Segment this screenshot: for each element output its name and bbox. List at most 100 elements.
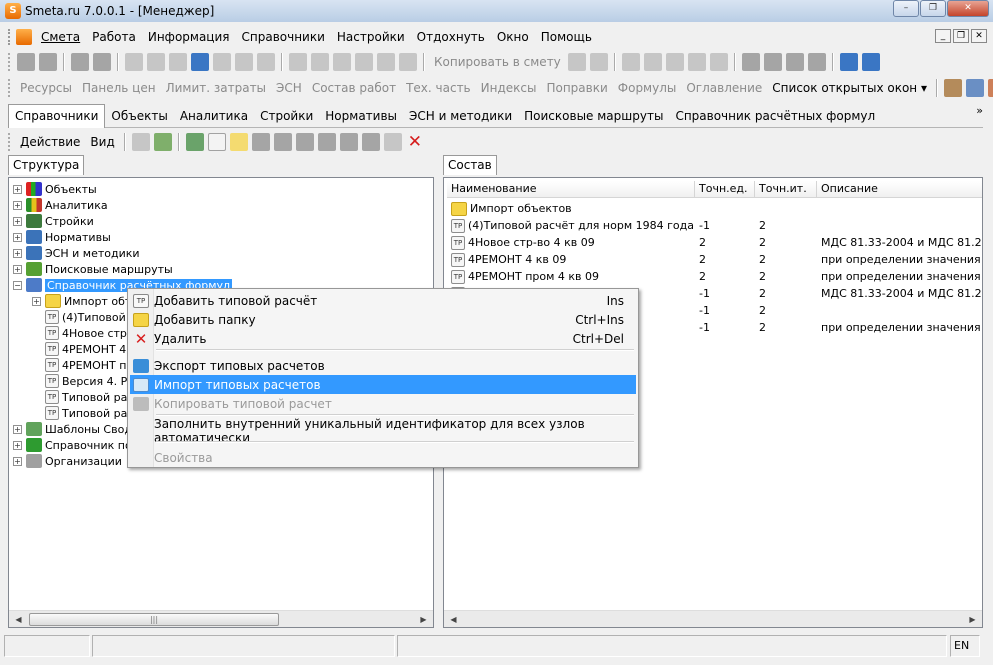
- tb-esn[interactable]: ЭСН: [271, 81, 307, 95]
- filter-icon[interactable]: [383, 133, 402, 151]
- add-typical-calc-item[interactable]: ТР Добавить типовой расчёт Ins: [130, 291, 636, 310]
- toolbar-grip[interactable]: [8, 133, 11, 151]
- menu-okno[interactable]: Окно: [491, 27, 535, 47]
- tree-node[interactable]: ТР 4Новое стр: [32, 325, 127, 341]
- bricks-icon[interactable]: [988, 79, 993, 97]
- print-icon[interactable]: [147, 53, 165, 71]
- tb-indices[interactable]: Индексы: [476, 81, 542, 95]
- tree-node[interactable]: ТР Типовой ра: [32, 389, 127, 405]
- scroll-left-arrow[interactable]: ◀: [446, 612, 461, 627]
- truck-icon[interactable]: [311, 53, 329, 71]
- tab-spravochniki[interactable]: Справочники: [8, 103, 106, 128]
- sort-asc-icon[interactable]: [741, 53, 760, 71]
- tab-esn[interactable]: ЭСН и методики: [403, 105, 518, 127]
- paste-docs-icon[interactable]: [361, 133, 380, 151]
- collapse-icon[interactable]: −: [13, 280, 22, 290]
- hammer-sickle-icon[interactable]: [944, 79, 962, 97]
- expand-icon[interactable]: +: [13, 232, 22, 242]
- paste-icon[interactable]: [589, 53, 608, 71]
- tree-node[interactable]: + ЭСН и методики: [13, 245, 140, 261]
- tree-node[interactable]: + Стройки: [13, 213, 94, 229]
- stamp2-icon[interactable]: [377, 53, 395, 71]
- action-menu[interactable]: Действие: [15, 135, 85, 149]
- scroll-left-arrow[interactable]: ◀: [11, 612, 26, 627]
- tree-node[interactable]: + Поисковые маршруты: [13, 261, 173, 277]
- pin-icon[interactable]: [251, 133, 270, 151]
- col-unit-precision[interactable]: Точн.ед.: [695, 181, 755, 197]
- open-windows-dropdown[interactable]: Список открытых окон ▾: [767, 81, 932, 95]
- tree-node[interactable]: + Импорт объ: [32, 293, 133, 309]
- minimize-button[interactable]: –: [893, 0, 919, 17]
- tree-node[interactable]: ТР Типовой ра: [32, 405, 127, 421]
- expand-icon[interactable]: +: [13, 200, 22, 210]
- window3-icon[interactable]: [665, 53, 684, 71]
- move-down-icon[interactable]: [785, 53, 804, 71]
- import-calcs-item[interactable]: Импорт типовых расчетов: [130, 375, 636, 394]
- window2-icon[interactable]: [643, 53, 662, 71]
- folder-add-icon[interactable]: [229, 133, 248, 151]
- more-tabs-button[interactable]: »: [976, 104, 983, 117]
- tp-add-icon[interactable]: [207, 133, 226, 151]
- fill-uid-item[interactable]: Заполнить внутренний уникальный идентифи…: [130, 417, 636, 445]
- tb-tech-part[interactable]: Тех. часть: [401, 81, 476, 95]
- view-menu[interactable]: Вид: [85, 135, 119, 149]
- table-hscrollbar[interactable]: ◀ ▶: [444, 610, 982, 627]
- expand-icon[interactable]: +: [13, 248, 22, 258]
- table-row[interactable]: ТР (4)Типовой расчёт для норм 1984 года -1…: [447, 217, 982, 234]
- move-up-icon[interactable]: [807, 53, 826, 71]
- tb-price-panel[interactable]: Панель цен: [77, 81, 161, 95]
- menu-informaciya[interactable]: Информация: [142, 27, 236, 47]
- tree-hscrollbar[interactable]: ◀ ||| ▶: [9, 610, 433, 627]
- menu-rabota[interactable]: Работа: [86, 27, 142, 47]
- indent-icon[interactable]: [235, 53, 253, 71]
- car-icon[interactable]: [289, 53, 307, 71]
- copy-to-smeta-button[interactable]: Копировать в смету: [429, 55, 566, 69]
- tree3-icon[interactable]: [709, 53, 728, 71]
- tree-node[interactable]: ТР 4РЕМОНТ 4: [32, 341, 126, 357]
- tab-structure[interactable]: Структура: [8, 155, 85, 175]
- tree-node[interactable]: ТР Версия 4. Р: [32, 373, 127, 389]
- tree-node[interactable]: ТР (4)Типовой: [32, 309, 126, 325]
- folder-green-icon[interactable]: [153, 133, 172, 151]
- delete-red-icon[interactable]: ✕: [408, 132, 422, 152]
- expand-icon[interactable]: +: [32, 296, 41, 306]
- tab-formulas[interactable]: Справочник расчётных формул: [669, 105, 881, 127]
- tb-limit-costs[interactable]: Лимит. затраты: [161, 81, 271, 95]
- tree2-icon[interactable]: [687, 53, 706, 71]
- undo-icon[interactable]: [169, 53, 187, 71]
- document-icon[interactable]: [16, 29, 32, 45]
- outdent-icon[interactable]: [257, 53, 275, 71]
- menu-otdohnut[interactable]: Отдохнуть: [411, 27, 491, 47]
- tree-node[interactable]: + Организации: [13, 453, 122, 469]
- table-row[interactable]: ТР 4РЕМОНТ пром 4 кв 09 2 2 при определении …: [447, 268, 982, 285]
- delete-item[interactable]: ✕ Удалить Ctrl+Del: [130, 329, 636, 348]
- toolbar-grip[interactable]: [8, 53, 11, 71]
- tab-search-routes[interactable]: Поисковые маршруты: [518, 105, 669, 127]
- tree-node[interactable]: ТР 4РЕМОНТ п: [32, 357, 126, 373]
- col-name[interactable]: Наименование: [447, 181, 695, 197]
- close-button[interactable]: ✕: [947, 0, 989, 17]
- outline-icon[interactable]: [39, 53, 57, 71]
- tree-node[interactable]: + Аналитика: [13, 197, 108, 213]
- expand-icon[interactable]: +: [13, 456, 22, 466]
- expand-icon[interactable]: +: [13, 440, 22, 450]
- bp-icon[interactable]: [273, 133, 292, 151]
- scroll-right-arrow[interactable]: ▶: [416, 612, 431, 627]
- expand-icon[interactable]: +: [13, 216, 22, 226]
- copy-docs-icon[interactable]: [339, 133, 358, 151]
- tree-node[interactable]: + Справочник по: [13, 437, 132, 453]
- expand-icon[interactable]: +: [13, 184, 22, 194]
- mdi-restore-button[interactable]: ❐: [953, 29, 969, 43]
- tab-obekty[interactable]: Объекты: [105, 105, 173, 127]
- add-row-icon[interactable]: [399, 53, 417, 71]
- copy-icon[interactable]: [567, 53, 586, 71]
- tb-work-composition[interactable]: Состав работ: [307, 81, 401, 95]
- menu-pomosch[interactable]: Помощь: [535, 27, 598, 47]
- menu-grip[interactable]: [8, 29, 12, 45]
- smeta-app-icon[interactable]: S: [5, 3, 21, 19]
- folder-gray-icon[interactable]: [131, 133, 150, 151]
- restore-button[interactable]: ❐: [920, 0, 946, 17]
- col-description[interactable]: Описание: [817, 181, 982, 197]
- scroll-right-arrow[interactable]: ▶: [965, 612, 980, 627]
- table-row[interactable]: ТР 4РЕМОНТ 4 кв 09 2 2 при определении значе…: [447, 251, 982, 268]
